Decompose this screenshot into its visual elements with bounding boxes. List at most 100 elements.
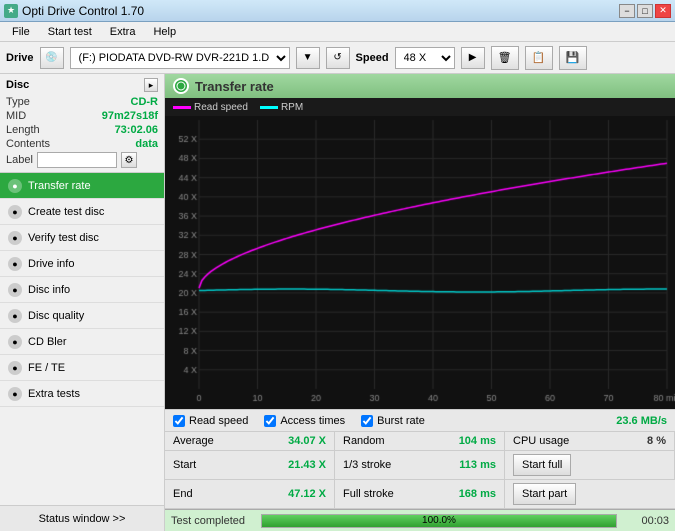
sidebar-item-label-create-test-disc: Create test disc — [28, 206, 104, 218]
disc-section: Disc ▸ Type CD-R MID 97m27s18f Length 73… — [0, 74, 164, 173]
disc-arrow-btn[interactable]: ▸ — [144, 78, 158, 92]
sidebar-item-cd-bler[interactable]: ● CD Bler — [0, 329, 164, 355]
drive-refresh-btn[interactable]: ↺ — [326, 47, 350, 69]
drive-select[interactable]: (F:) PIODATA DVD-RW DVR-221D 1.D9 — [70, 47, 290, 69]
status-bar: Test completed 100.0% 00:03 — [165, 509, 675, 531]
status-window-button[interactable]: Status window >> — [0, 505, 164, 531]
stat-random-value: 104 ms — [459, 435, 496, 447]
sidebar-item-drive-info[interactable]: ● Drive info — [0, 251, 164, 277]
minimize-button[interactable]: − — [619, 4, 635, 18]
nav-items: ● Transfer rate ● Create test disc ● Ver… — [0, 173, 164, 505]
chart-header: Transfer rate — [165, 74, 675, 98]
chart-canvas — [165, 116, 675, 409]
speed-select[interactable]: 48 X — [395, 47, 455, 69]
check-read-speed-input[interactable] — [173, 415, 185, 427]
disc-mid-label: MID — [6, 110, 26, 122]
status-text: Test completed — [171, 515, 245, 527]
legend-rpm-color — [260, 106, 278, 109]
stat-one-third-stroke: 1/3 stroke 113 ms — [335, 451, 505, 480]
stats-grid: Average 34.07 X Random 104 ms CPU usage … — [165, 431, 675, 509]
sidebar-item-label-disc-info: Disc info — [28, 284, 70, 296]
disc-mid-value: 97m27s18f — [102, 110, 158, 122]
progress-bar: 100.0% — [261, 514, 617, 528]
legend-read-speed-color — [173, 106, 191, 109]
eraser-btn[interactable]: 🗑 — [491, 46, 519, 70]
stat-random: Random 104 ms — [335, 432, 505, 451]
menu-help[interactable]: Help — [145, 24, 184, 40]
check-access-times[interactable]: Access times — [264, 415, 345, 427]
stat-full-stroke-label: Full stroke — [343, 488, 394, 500]
menu-file[interactable]: File — [4, 24, 38, 40]
chart-title: Transfer rate — [195, 79, 274, 94]
check-bar: Read speed Access times Burst rate 23.6 … — [165, 409, 675, 431]
close-button[interactable]: ✕ — [655, 4, 671, 18]
start-part-button[interactable]: Start part — [513, 483, 576, 505]
check-burst-rate[interactable]: Burst rate — [361, 415, 425, 427]
sidebar-item-label-transfer-rate: Transfer rate — [28, 180, 91, 192]
drive-down-btn[interactable]: ▼ — [296, 47, 320, 69]
disc-label-gear-btn[interactable]: ⚙ — [121, 152, 137, 168]
create-test-disc-icon: ● — [8, 205, 22, 219]
sidebar-item-label-verify-test-disc: Verify test disc — [28, 232, 99, 244]
stat-cpu-usage: CPU usage 8 % — [505, 432, 675, 451]
legend-rpm-label: RPM — [281, 102, 303, 113]
stat-start-full-cell: Start full — [505, 451, 675, 480]
stat-start-value: 21.43 X — [288, 459, 326, 471]
elapsed-time: 00:03 — [633, 515, 669, 527]
sidebar-item-disc-info[interactable]: ● Disc info — [0, 277, 164, 303]
disc-length-row: Length 73:02.06 — [6, 124, 158, 136]
disc-type-row: Type CD-R — [6, 96, 158, 108]
title-buttons: − □ ✕ — [619, 4, 671, 18]
drive-icon-btn[interactable]: 💿 — [40, 47, 64, 69]
sidebar-item-transfer-rate[interactable]: ● Transfer rate — [0, 173, 164, 199]
legend-rpm: RPM — [260, 102, 303, 113]
save-btn[interactable]: 💾 — [559, 46, 587, 70]
menu-bar: File Start test Extra Help — [0, 22, 675, 42]
fe-te-icon: ● — [8, 361, 22, 375]
disc-contents-label: Contents — [6, 138, 50, 150]
disc-type-label: Type — [6, 96, 30, 108]
disc-mid-row: MID 97m27s18f — [6, 110, 158, 122]
menu-extra[interactable]: Extra — [102, 24, 144, 40]
transfer-rate-icon: ● — [8, 179, 22, 193]
disc-header: Disc ▸ — [6, 78, 158, 92]
drive-bar: Drive 💿 (F:) PIODATA DVD-RW DVR-221D 1.D… — [0, 42, 675, 74]
maximize-button[interactable]: □ — [637, 4, 653, 18]
stat-average-label: Average — [173, 435, 214, 447]
sidebar-item-extra-tests[interactable]: ● Extra tests — [0, 381, 164, 407]
stat-cpu-value: 8 % — [647, 435, 666, 447]
cd-bler-icon: ● — [8, 335, 22, 349]
check-read-speed[interactable]: Read speed — [173, 415, 248, 427]
stat-end-value: 47.12 X — [288, 488, 326, 500]
sidebar-item-label-drive-info: Drive info — [28, 258, 74, 270]
sidebar-item-fe-te[interactable]: ● FE / TE — [0, 355, 164, 381]
disc-label-row: Label ⚙ — [6, 152, 158, 168]
legend-read-speed: Read speed — [173, 102, 248, 113]
speed-label: Speed — [356, 52, 389, 64]
menu-start-test[interactable]: Start test — [40, 24, 100, 40]
stat-average-value: 34.07 X — [288, 435, 326, 447]
sidebar-item-verify-test-disc[interactable]: ● Verify test disc — [0, 225, 164, 251]
sidebar-item-label-cd-bler: CD Bler — [28, 336, 67, 348]
chart-area: Transfer rate Read speed RPM Read speed — [165, 74, 675, 531]
chart-legend: Read speed RPM — [165, 98, 675, 116]
copy-btn[interactable]: 📋 — [525, 46, 553, 70]
disc-label-input[interactable] — [37, 152, 117, 168]
sidebar: Disc ▸ Type CD-R MID 97m27s18f Length 73… — [0, 74, 165, 531]
disc-quality-icon: ● — [8, 309, 22, 323]
extra-tests-icon: ● — [8, 387, 22, 401]
main-content: Disc ▸ Type CD-R MID 97m27s18f Length 73… — [0, 74, 675, 531]
sidebar-item-create-test-disc[interactable]: ● Create test disc — [0, 199, 164, 225]
start-full-button[interactable]: Start full — [513, 454, 571, 476]
check-access-times-input[interactable] — [264, 415, 276, 427]
disc-length-value: 73:02.06 — [115, 124, 158, 136]
disc-contents-value: data — [135, 138, 158, 150]
status-window-label: Status window >> — [39, 513, 126, 525]
chart-header-icon — [173, 78, 189, 94]
disc-info-icon: ● — [8, 283, 22, 297]
sidebar-item-disc-quality[interactable]: ● Disc quality — [0, 303, 164, 329]
speed-go-btn[interactable]: ▶ — [461, 47, 485, 69]
check-read-speed-label: Read speed — [189, 415, 248, 427]
check-burst-rate-input[interactable] — [361, 415, 373, 427]
sidebar-item-label-extra-tests: Extra tests — [28, 388, 80, 400]
